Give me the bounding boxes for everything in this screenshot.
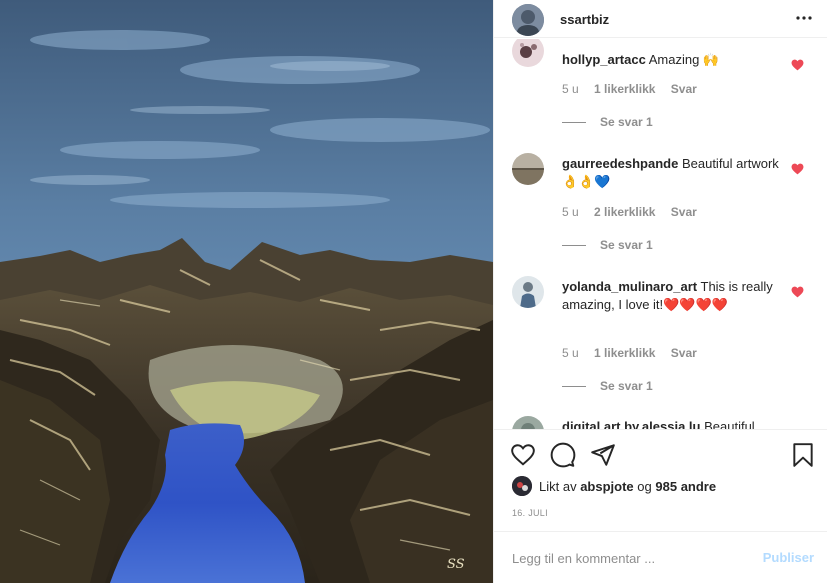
likes-joiner: og: [637, 479, 652, 494]
heart-filled-icon[interactable]: [791, 59, 804, 71]
comment-age: 5 u: [562, 346, 579, 360]
reply-button[interactable]: Svar: [671, 346, 697, 360]
more-horizontal-icon[interactable]: [794, 10, 814, 26]
view-replies[interactable]: Se svar 1: [562, 379, 653, 393]
comment-username[interactable]: gaurreedeshpande: [562, 156, 678, 171]
liker-avatar[interactable]: [512, 476, 532, 496]
reply-button[interactable]: Svar: [671, 205, 697, 219]
add-comment-bar: Publiser: [494, 531, 827, 583]
commenter-avatar[interactable]: [512, 39, 544, 67]
comment-username[interactable]: yolanda_mulinaro_art: [562, 279, 697, 294]
comment-text: Beautiful: [704, 419, 755, 429]
comment-input[interactable]: [512, 546, 752, 570]
post-header: ssartbiz: [494, 0, 827, 38]
author-avatar[interactable]: [512, 4, 544, 36]
heart-filled-icon[interactable]: [791, 163, 804, 175]
comment-age: 5 u: [562, 82, 579, 96]
likes-count[interactable]: 985 andre: [655, 479, 716, 494]
post-actions: Likt av abspjote og 985 andre 16. JULI: [494, 429, 827, 531]
view-replies[interactable]: Se svar 1: [562, 115, 653, 129]
author-username[interactable]: ssartbiz: [560, 12, 609, 27]
comment-likes[interactable]: 2 likerklikk: [594, 205, 655, 219]
commenter-avatar[interactable]: [512, 276, 544, 308]
heart-filled-icon[interactable]: [791, 286, 804, 298]
likes-prefix: Likt av: [539, 479, 577, 494]
paper-plane-icon[interactable]: [590, 442, 616, 468]
reply-button[interactable]: Svar: [671, 82, 697, 96]
post-date[interactable]: 16. JULI: [512, 508, 548, 518]
heart-outline-icon[interactable]: [510, 442, 536, 468]
post-image[interactable]: SS: [0, 0, 493, 583]
view-replies[interactable]: Se svar 1: [562, 238, 653, 252]
bookmark-icon[interactable]: [790, 442, 816, 468]
comment-username[interactable]: digital.art.by.alessia.lu: [562, 419, 700, 429]
comments-list[interactable]: hollyp_artacc Amazing 🙌 5 u 1 likerklikk…: [494, 39, 827, 429]
landscape-painting: SS: [0, 0, 493, 583]
comment-icon[interactable]: [550, 442, 576, 468]
comment-likes[interactable]: 1 likerklikk: [594, 82, 655, 96]
artist-signature: SS: [447, 557, 465, 572]
post-comment-button[interactable]: Publiser: [763, 550, 814, 565]
post-sidebar: ssartbiz hollyp_artacc Amazing 🙌 5 u 1 l…: [493, 0, 827, 583]
comment-username[interactable]: hollyp_artacc: [562, 52, 646, 67]
comment-text: Amazing 🙌: [648, 52, 720, 67]
liker-username[interactable]: abspjote: [580, 479, 633, 494]
comment-age: 5 u: [562, 205, 579, 219]
commenter-avatar[interactable]: [512, 416, 544, 429]
comment-likes[interactable]: 1 likerklikk: [594, 346, 655, 360]
commenter-avatar[interactable]: [512, 153, 544, 185]
